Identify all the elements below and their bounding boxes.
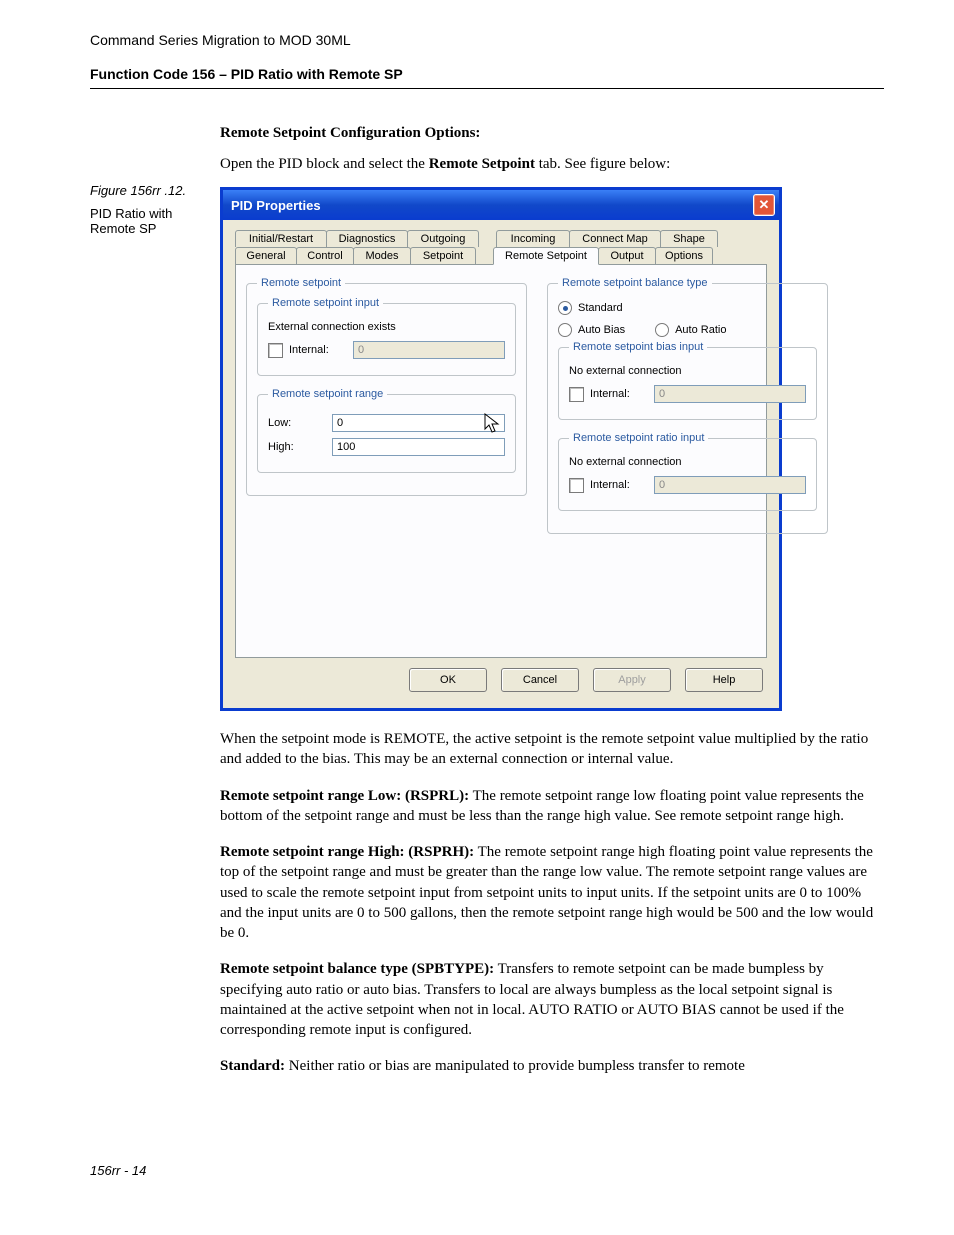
tab-shape[interactable]: Shape [660, 230, 718, 247]
dialog-titlebar[interactable]: PID Properties ✕ [223, 190, 779, 220]
page-footer: 156rr - 14 [90, 1163, 884, 1178]
radio-dot-icon [558, 301, 572, 315]
pid-properties-dialog: PID Properties ✕ Initial/Restart Diagnos… [220, 187, 782, 711]
radio-autobias-label: Auto Bias [578, 324, 625, 336]
internal-value-input[interactable] [353, 341, 505, 359]
intro-text: Open the PID block and select the Remote… [220, 156, 884, 173]
figure-caption: PID Ratio with Remote SP [90, 206, 220, 236]
figure-label: Figure 156rr .12. [90, 183, 220, 198]
paragraph: When the setpoint mode is REMOTE, the ac… [220, 729, 884, 770]
tab-options[interactable]: Options [655, 247, 713, 265]
section-header: Function Code 156 – PID Ratio with Remot… [90, 66, 884, 82]
radio-standard[interactable]: Standard [558, 301, 817, 315]
low-label: Low: [268, 417, 326, 429]
ratio-internal-checkbox[interactable] [569, 478, 584, 493]
ratio-legend: Remote setpoint ratio input [569, 432, 708, 444]
tab-outgoing[interactable]: Outgoing [407, 230, 479, 247]
remote-setpoint-legend: Remote setpoint [257, 277, 345, 289]
high-label: High: [268, 441, 326, 453]
paragraph: Remote setpoint balance type (SPBTYPE): … [220, 959, 884, 1040]
bias-noext-note: No external connection [569, 365, 806, 377]
bias-internal-label: Internal: [590, 388, 648, 400]
tab-modes[interactable]: Modes [353, 247, 411, 265]
range-low-input[interactable] [332, 414, 505, 432]
help-button[interactable]: Help [685, 668, 763, 692]
close-icon[interactable]: ✕ [753, 194, 775, 216]
ratio-internal-input[interactable] [654, 476, 806, 494]
radio-auto-bias[interactable]: Auto Bias [558, 323, 625, 337]
header-rule [90, 88, 884, 89]
external-connection-note: External connection exists [268, 321, 505, 333]
tab-output[interactable]: Output [598, 247, 656, 265]
radio-dot-icon [655, 323, 669, 337]
radio-dot-icon [558, 323, 572, 337]
range-high-input[interactable] [332, 438, 505, 456]
tab-general[interactable]: General [235, 247, 297, 265]
radio-auto-ratio[interactable]: Auto Ratio [655, 323, 726, 337]
tab-setpoint[interactable]: Setpoint [410, 247, 476, 265]
ratio-noext-note: No external connection [569, 456, 806, 468]
tab-incoming[interactable]: Incoming [496, 230, 570, 247]
bias-input-group: Remote setpoint bias input No external c… [558, 341, 817, 420]
paragraph: Remote setpoint range High: (RSPRH): The… [220, 842, 884, 943]
remote-setpoint-range-group: Remote setpoint range Low: High: [257, 388, 516, 473]
rsi-legend: Remote setpoint input [268, 297, 383, 309]
paragraph: Remote setpoint range Low: (RSPRL): The … [220, 786, 884, 827]
apply-button[interactable]: Apply [593, 668, 671, 692]
internal-checkbox[interactable] [268, 343, 283, 358]
ratio-input-group: Remote setpoint ratio input No external … [558, 432, 817, 511]
tab-control[interactable]: Control [296, 247, 354, 265]
tab-initial-restart[interactable]: Initial/Restart [235, 230, 327, 247]
remote-setpoint-input-group: Remote setpoint input External connectio… [257, 297, 516, 376]
tab-connect-map[interactable]: Connect Map [569, 230, 661, 247]
balance-type-group: Remote setpoint balance type Standard Au… [547, 277, 828, 534]
radio-standard-label: Standard [578, 302, 623, 314]
tab-remote-setpoint[interactable]: Remote Setpoint [493, 247, 599, 265]
cancel-button[interactable]: Cancel [501, 668, 579, 692]
bias-internal-input[interactable] [654, 385, 806, 403]
paragraph: Standard: Neither ratio or bias are mani… [220, 1056, 884, 1076]
ratio-internal-label: Internal: [590, 479, 648, 491]
dialog-title: PID Properties [231, 198, 321, 213]
bias-legend: Remote setpoint bias input [569, 341, 707, 353]
balance-legend: Remote setpoint balance type [558, 277, 712, 289]
internal-label: Internal: [289, 344, 347, 356]
remote-setpoint-group: Remote setpoint Remote setpoint input Ex… [246, 277, 527, 496]
page-header: Command Series Migration to MOD 30ML [90, 32, 884, 48]
section-title: Remote Setpoint Configuration Options: [220, 125, 884, 142]
tab-diagnostics[interactable]: Diagnostics [326, 230, 408, 247]
range-legend: Remote setpoint range [268, 388, 387, 400]
ok-button[interactable]: OK [409, 668, 487, 692]
radio-autoratio-label: Auto Ratio [675, 324, 726, 336]
tab-strip: Initial/Restart Diagnostics Outgoing Inc… [235, 230, 767, 265]
bias-internal-checkbox[interactable] [569, 387, 584, 402]
